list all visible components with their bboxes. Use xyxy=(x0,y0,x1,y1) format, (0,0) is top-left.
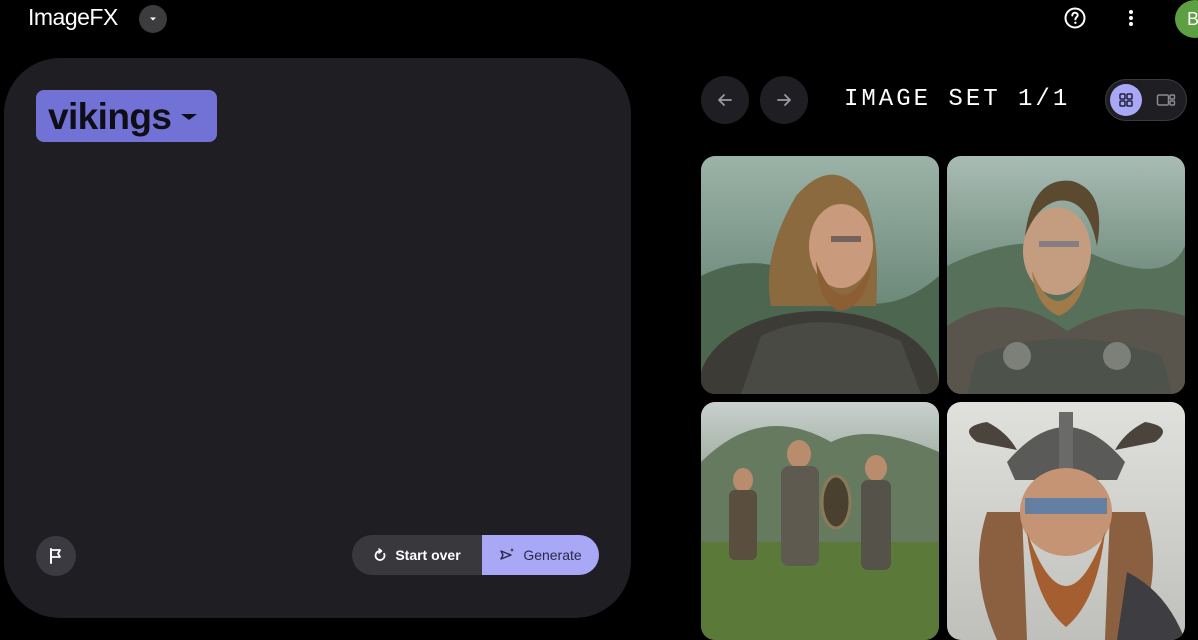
sparkle-send-icon xyxy=(500,548,515,560)
arrow-left-icon xyxy=(718,94,732,106)
report-button[interactable] xyxy=(36,536,76,576)
more-options-button[interactable] xyxy=(1120,7,1142,29)
single-view-icon xyxy=(1156,94,1176,106)
top-bar: ImageFX B xyxy=(0,0,1198,40)
flag-icon xyxy=(50,548,61,564)
single-view-button[interactable] xyxy=(1150,84,1182,116)
grid-view-button[interactable] xyxy=(1110,84,1142,116)
image-set-label: IMAGE SET 1/1 xyxy=(844,86,1071,113)
arrow-right-icon xyxy=(777,94,791,106)
generated-image-3[interactable] xyxy=(701,402,939,640)
view-toggle xyxy=(1105,79,1187,121)
app-menu-button[interactable] xyxy=(139,5,167,33)
start-over-button[interactable]: Start over xyxy=(352,535,482,575)
viking-group-image xyxy=(701,402,939,640)
user-avatar[interactable]: B xyxy=(1175,0,1198,38)
viking-portrait-2-image xyxy=(947,156,1185,394)
generated-image-4[interactable] xyxy=(947,402,1185,640)
grid-view-icon xyxy=(1119,93,1133,107)
next-set-button[interactable] xyxy=(760,76,808,124)
generate-label: Generate xyxy=(523,547,582,563)
help-button[interactable] xyxy=(1063,6,1087,30)
prompt-panel: vikings Start over Generate xyxy=(4,58,631,618)
prompt-chip-text: vikings xyxy=(48,95,172,137)
previous-set-button[interactable] xyxy=(701,76,749,124)
generated-image-1[interactable] xyxy=(701,156,939,394)
start-over-label: Start over xyxy=(395,547,461,563)
prompt-chip[interactable]: vikings xyxy=(36,90,218,142)
chevron-down-icon xyxy=(150,17,156,21)
app-title[interactable]: ImageFX xyxy=(28,4,118,31)
generate-button[interactable]: Generate xyxy=(482,535,599,575)
viking-helmet-portrait-image xyxy=(947,402,1185,640)
refresh-icon xyxy=(374,548,386,561)
chip-dropdown-icon xyxy=(181,114,198,120)
more-vert-icon xyxy=(1129,10,1133,26)
prompt-actions: Start over Generate xyxy=(352,535,599,575)
help-circle-icon xyxy=(1064,7,1086,29)
generated-image-2[interactable] xyxy=(947,156,1185,394)
viking-portrait-1-image xyxy=(701,156,939,394)
